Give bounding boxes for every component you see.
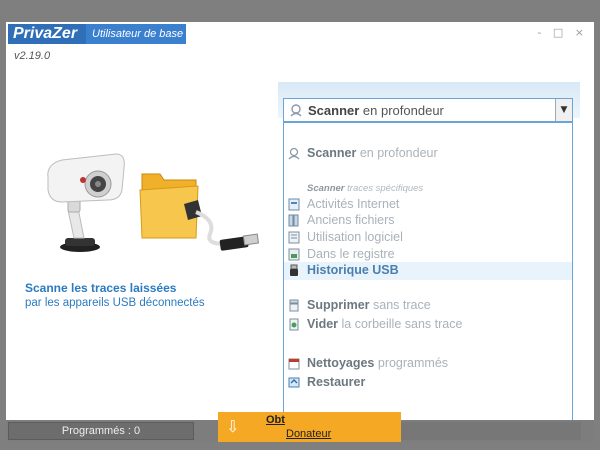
hero-title: Scanne les traces laissées: [25, 281, 177, 295]
version-label: v2.19.0: [14, 50, 51, 62]
donor-link-line2[interactable]: Donateur: [286, 428, 331, 440]
option-restore[interactable]: Restaurer: [284, 374, 572, 392]
scan-mode-list: Scanner en profondeur Scanner traces spé…: [283, 122, 573, 432]
donor-link-line1[interactable]: Obt: [266, 414, 285, 426]
section-specific-traces: Scanner traces spécifiques: [307, 183, 424, 194]
user-mode-label[interactable]: Utilisateur de base: [86, 24, 186, 44]
recycle-bin-icon: [289, 318, 299, 331]
option-deep-scan[interactable]: Scanner en profondeur: [284, 145, 572, 163]
option-software-usage[interactable]: Utilisation logiciel: [284, 229, 572, 247]
deep-scan-icon: [288, 147, 300, 160]
restore-icon: [288, 377, 300, 388]
usb-icon: [290, 264, 298, 276]
option-scheduled-cleaning[interactable]: Nettoyages programmés: [284, 355, 572, 373]
hero-subtitle: par les appareils USB déconnectés: [25, 297, 205, 309]
calendar-icon: [288, 358, 300, 370]
hero-caption: Scanne les traces laissées par les appar…: [25, 281, 205, 309]
option-secure-delete[interactable]: Supprimer sans trace: [284, 297, 572, 315]
donor-button[interactable]: ⇩ Obt Donateur: [218, 412, 401, 442]
chevron-down-icon[interactable]: ▼: [555, 99, 572, 121]
window-controls[interactable]: - □ ×: [537, 26, 588, 39]
internet-icon: [288, 198, 300, 211]
dropdown-selected-label: Scanner en profondeur: [308, 103, 444, 118]
usb-folder-icon: [139, 173, 260, 251]
camera-icon: [47, 153, 125, 252]
registry-icon: [288, 248, 300, 261]
scan-mode-dropdown[interactable]: Scanner en profondeur ▼: [283, 98, 573, 122]
option-usb-history[interactable]: Historique USB: [284, 262, 572, 280]
app-logo: PrivaZer: [8, 24, 86, 44]
app-frame: PrivaZer Utilisateur de base v2.19.0 - □…: [0, 0, 600, 450]
old-files-icon: [288, 214, 299, 227]
option-empty-recycle-bin[interactable]: Vider la corbeille sans trace: [284, 316, 572, 334]
scheduled-count-button[interactable]: Programmés : 0: [8, 422, 194, 440]
download-arrow-icon: ⇩: [226, 417, 240, 436]
deep-scan-icon: [290, 104, 302, 117]
delete-icon: [289, 299, 299, 312]
status-right-panel: [401, 422, 581, 440]
software-icon: [288, 231, 300, 244]
option-old-files[interactable]: Anciens fichiers: [284, 212, 572, 230]
